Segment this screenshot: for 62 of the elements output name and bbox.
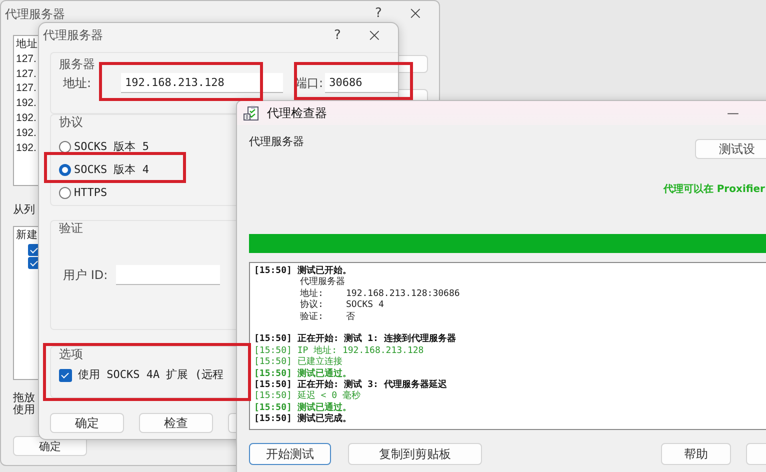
close-button[interactable]: × — [402, 3, 429, 25]
list-item[interactable]: 127. — [16, 66, 36, 82]
log-line: [15:50] 延迟 < 0 毫秒 — [254, 391, 360, 402]
list-item[interactable]: 127. — [16, 81, 36, 96]
log-label: 验证: — [300, 312, 324, 324]
dialog-button[interactable]: 检查 — [139, 413, 213, 433]
address-field[interactable]: 192.168.213.128 — [121, 73, 284, 93]
close-button[interactable]: × — [360, 24, 388, 46]
window-title: 代理服务器 — [43, 28, 103, 43]
radio-label[interactable]: SOCKS 版本 4 — [74, 162, 149, 176]
help-button[interactable]: ? — [369, 6, 388, 22]
field-label: 地址: — [63, 76, 92, 90]
test-settings-button[interactable]: 测试设 — [695, 139, 766, 159]
action-button[interactable]: 帮助 — [661, 443, 731, 465]
list-item[interactable]: 192. — [16, 110, 36, 126]
radio-button[interactable] — [59, 186, 71, 198]
window-title: 代理服务器 — [5, 6, 65, 22]
field-label: 用户 ID: — [63, 268, 108, 282]
help-button[interactable]: ? — [328, 28, 347, 44]
window-title: 代理检查器 — [267, 106, 327, 120]
log-line: [15:50] 测试已通过。 — [254, 402, 352, 413]
hint-text: 拖放 — [13, 392, 35, 404]
minimize-button[interactable]: — — [721, 106, 745, 120]
log-value: SOCKS 4 — [346, 300, 384, 312]
log-line: [15:50] 测试已完成。 — [254, 414, 352, 426]
log-line: [15:50] 测试已开始。 — [254, 266, 352, 276]
log-line: [15:50] 测试已通过。 — [254, 368, 352, 380]
log-value: 192.168.213.128:30686 — [346, 288, 460, 300]
group-legend: 选项 — [59, 347, 83, 362]
radio-button[interactable] — [59, 140, 71, 152]
list-item[interactable]: 192. — [16, 126, 36, 141]
radio-label[interactable]: SOCKS 版本 5 — [74, 140, 149, 154]
list-label: 从列 — [13, 203, 35, 216]
status-text: 代理可以在 Proxifier — [663, 183, 765, 196]
group-legend: 验证 — [59, 221, 83, 236]
list-item[interactable]: 地址 — [16, 37, 38, 52]
group-legend: 服务器 — [59, 57, 95, 72]
port-field[interactable]: 30686 — [325, 73, 398, 93]
group-legend: 协议 — [59, 115, 83, 130]
log-label: 协议: — [300, 300, 324, 312]
list-item[interactable]: 127. — [16, 52, 36, 67]
action-button[interactable]: 开始测试 — [249, 443, 331, 465]
log-label: 代理服务器 — [300, 277, 346, 288]
checkbox[interactable] — [59, 368, 72, 382]
log-line: [15:50] IP 地址: 192.168.213.128 — [254, 346, 424, 356]
hint-text: 使用 — [13, 404, 35, 416]
clipboard-check-icon — [243, 105, 259, 121]
log-line: [15:50] 已建立连接 — [254, 357, 342, 368]
list-item[interactable]: 192. — [16, 140, 36, 156]
log-line: [15:50] 正在开始: 测试 1: 连接到代理服务器 — [254, 334, 456, 346]
checkbox-label[interactable]: 使用 SOCKS 4A 扩展 (远程 — [78, 368, 224, 382]
section-label: 代理服务器 — [249, 135, 304, 148]
action-button[interactable]: 复制到剪贴板 — [348, 443, 482, 465]
log-value: 否 — [346, 312, 355, 324]
radio-button[interactable] — [59, 164, 71, 176]
list-header: 新建 — [16, 228, 38, 243]
user-id-field[interactable] — [116, 265, 220, 285]
log-line: [15:50] 正在开始: 测试 3: 代理服务器延迟 — [254, 380, 447, 390]
radio-label[interactable]: HTTPS — [74, 186, 108, 200]
dialog-button[interactable]: 确定 — [50, 413, 124, 433]
log-label: 地址: — [300, 288, 324, 300]
list-item[interactable]: 192. — [16, 96, 36, 111]
